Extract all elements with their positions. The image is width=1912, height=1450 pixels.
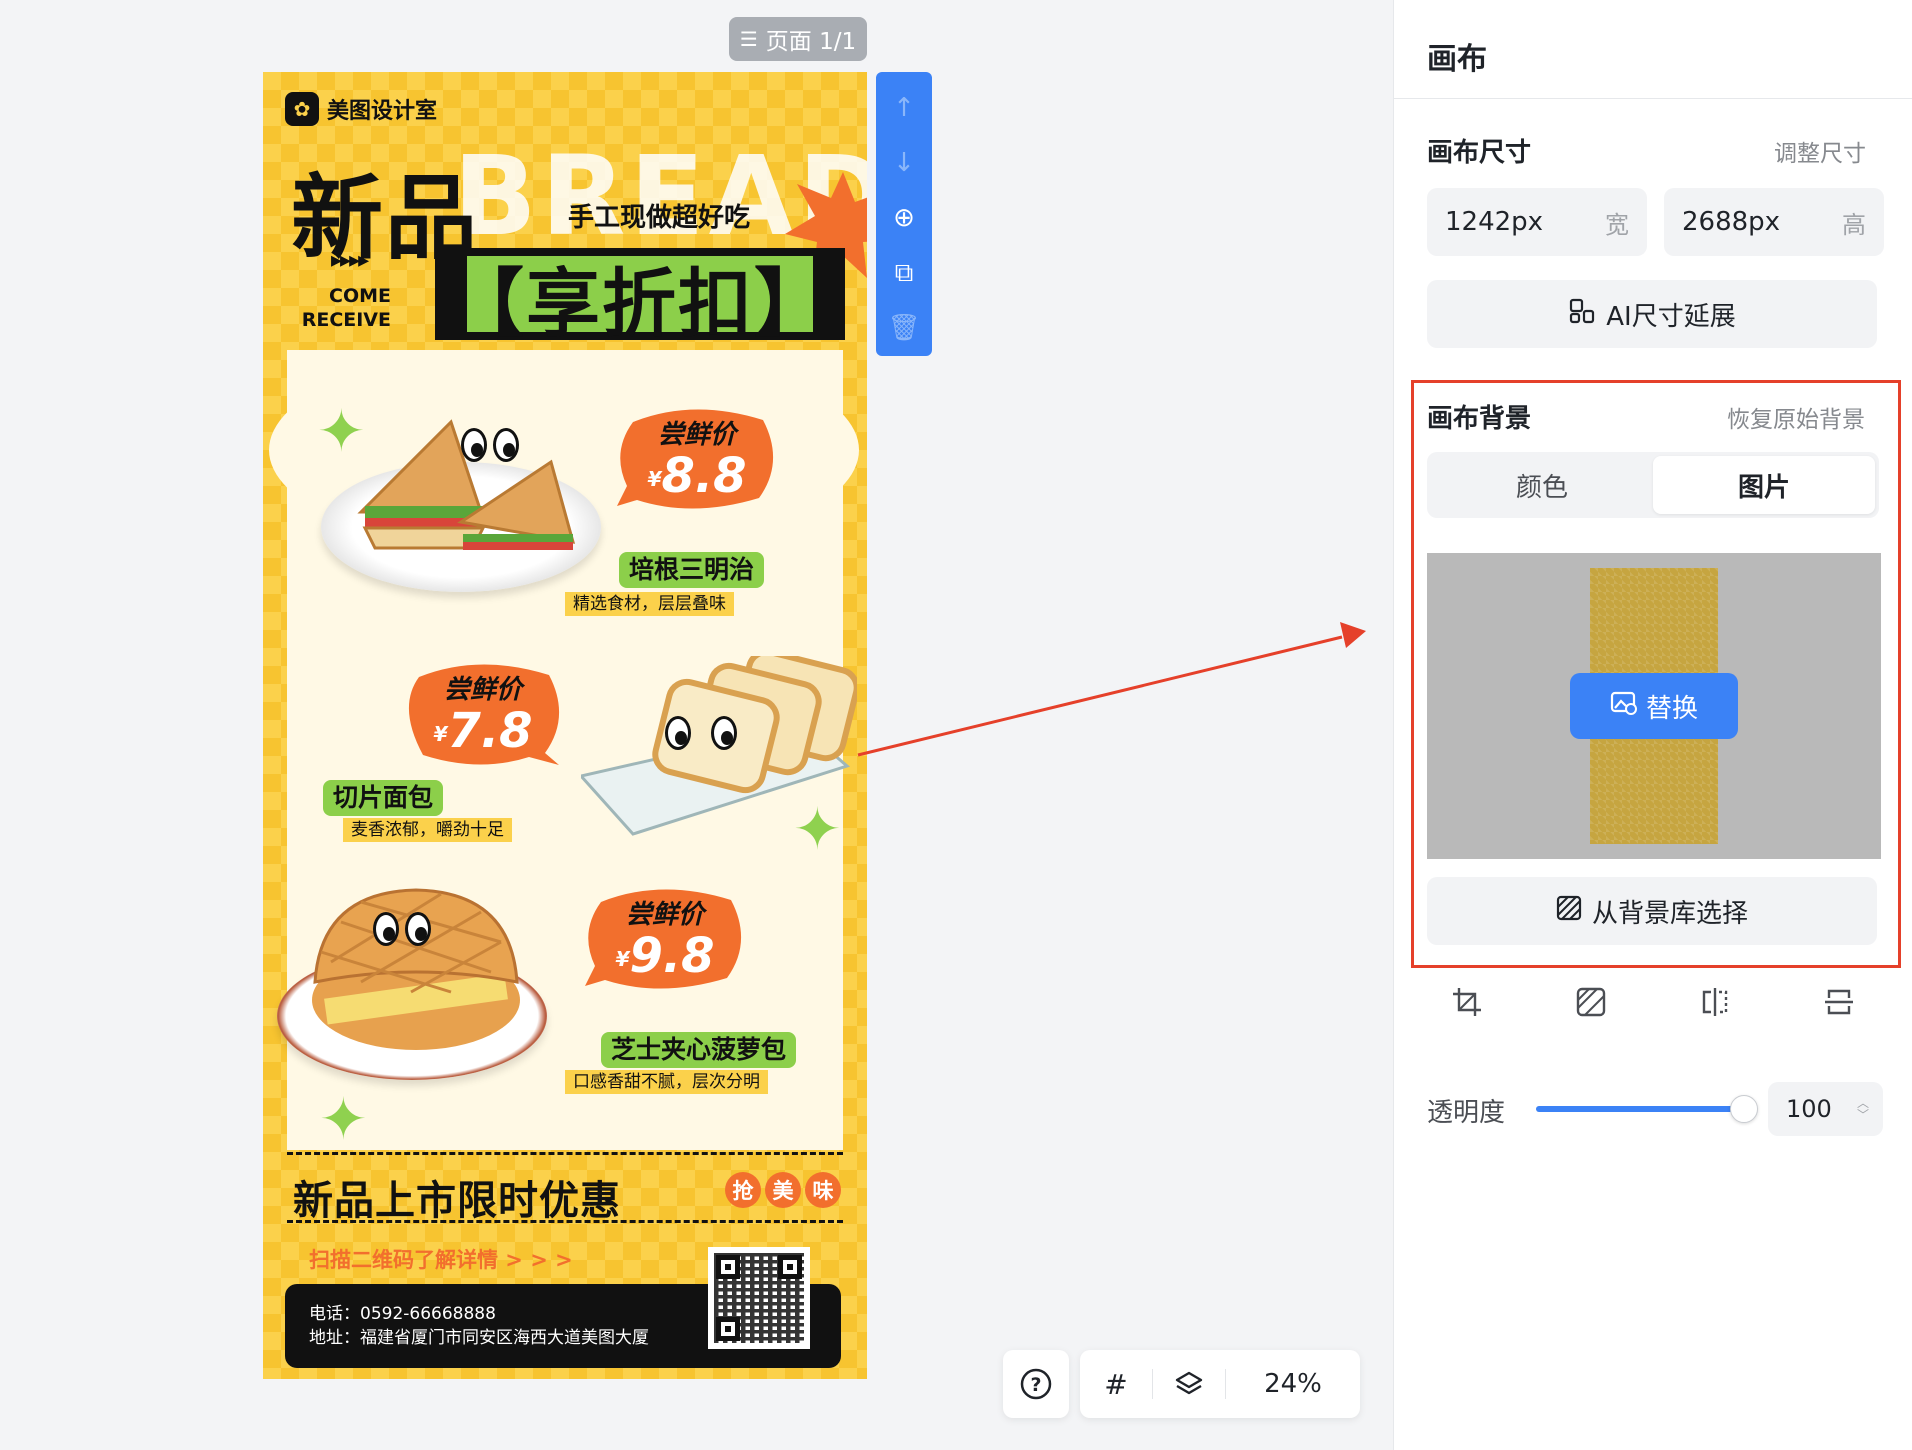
opacity-input[interactable]: 100 ︿ ﹀ [1768, 1082, 1883, 1136]
svg-text:?: ? [1030, 1374, 1041, 1396]
zoom-level[interactable]: 24% [1226, 1369, 1360, 1399]
view-controls: # 24% [1080, 1350, 1360, 1418]
help-control: ? [1003, 1350, 1069, 1418]
layers-icon[interactable] [1153, 1350, 1225, 1418]
resize-link[interactable]: 调整尺寸 [1774, 134, 1866, 168]
resize-expand-icon [1568, 297, 1596, 332]
width-unit: 宽 [1605, 210, 1629, 239]
height-unit: 高 [1842, 210, 1866, 239]
stepper-icon[interactable]: ︿ ﹀ [1857, 1097, 1869, 1121]
transform-toolbar [1427, 980, 1879, 1024]
ai-extend-label: AI尺寸延展 [1606, 301, 1736, 332]
annotation-highlight-box [1411, 380, 1901, 968]
width-value: 1242px [1445, 207, 1544, 237]
ai-extend-button[interactable]: AI尺寸延展 [1427, 280, 1877, 348]
opacity-label: 透明度 [1427, 1098, 1506, 1128]
annotation-arrow [857, 622, 1366, 757]
width-field[interactable]: 1242px 宽 [1427, 188, 1647, 256]
grid-icon[interactable]: # [1080, 1350, 1152, 1418]
canvas-size-title: 画布尺寸 [1427, 138, 1532, 168]
height-field[interactable]: 2688px 高 [1664, 188, 1884, 256]
flip-vertical-icon[interactable] [1817, 980, 1861, 1024]
divider [1394, 98, 1912, 99]
matting-icon[interactable] [1569, 980, 1613, 1024]
crop-icon[interactable] [1445, 980, 1489, 1024]
height-value: 2688px [1682, 207, 1781, 237]
panel-title: 画布 [1427, 42, 1487, 77]
opacity-slider-fill [1536, 1106, 1744, 1112]
flip-horizontal-icon[interactable] [1693, 980, 1737, 1024]
opacity-value: 100 [1786, 1095, 1832, 1123]
help-icon[interactable]: ? [1003, 1350, 1069, 1418]
canvas-workspace: ☰ 页面 1/1 ✿ 美图设计室 BREAD 新品 手工现做超好吃 ▸▸▸▸ C… [0, 0, 1393, 1450]
opacity-slider[interactable] [1536, 1095, 1758, 1123]
opacity-slider-thumb[interactable] [1730, 1095, 1758, 1123]
